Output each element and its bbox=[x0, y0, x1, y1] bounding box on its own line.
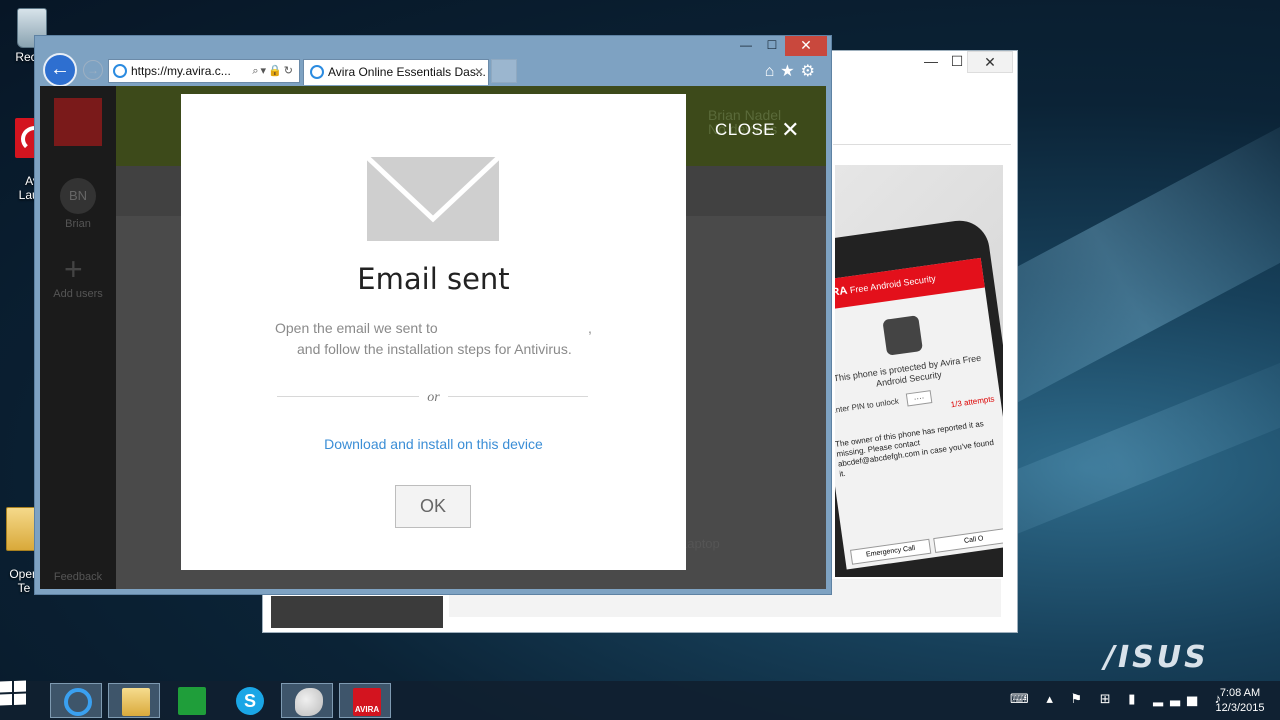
add-icon[interactable]: + bbox=[64, 251, 83, 288]
background-page-header bbox=[833, 99, 1011, 145]
phone-screen: AVIRA Free Android Security This phone i… bbox=[835, 257, 1003, 570]
envelope-icon bbox=[367, 157, 499, 241]
ad-product: Free Android Security bbox=[849, 273, 937, 296]
avatar[interactable]: BN bbox=[60, 178, 96, 214]
background-dark-block bbox=[271, 596, 443, 628]
clock-date: 12/3/2015 bbox=[1215, 702, 1265, 714]
ie-icon bbox=[113, 64, 127, 78]
close-window-button[interactable]: ✕ bbox=[967, 51, 1013, 73]
email-sent-dialog: Email sent Open the email we sent to , a… bbox=[181, 94, 686, 570]
new-tab-button[interactable] bbox=[491, 59, 517, 83]
tab-avira-online-essentials[interactable]: Avira Online Essentials Das... ✕ bbox=[303, 59, 489, 85]
taskbar-file-explorer[interactable] bbox=[108, 683, 160, 718]
address-tools-icons[interactable]: ⌕▾🔒↻ bbox=[252, 60, 295, 82]
clock[interactable]: 7:08 AM 12/3/2015 bbox=[1208, 686, 1272, 716]
taskbar-store[interactable] bbox=[165, 683, 217, 718]
minimize-button[interactable]: — bbox=[917, 51, 945, 73]
skype-icon: S bbox=[236, 687, 264, 715]
user-name-label: Brian bbox=[65, 218, 91, 230]
maximize-button[interactable]: ☐ bbox=[759, 36, 785, 56]
taskbar-paint[interactable] bbox=[281, 683, 333, 718]
close-label: CLOSE bbox=[715, 120, 776, 139]
add-users-label[interactable]: Add users bbox=[40, 288, 116, 300]
dialog-message-comma: , bbox=[588, 320, 592, 336]
window-caption-buttons: — ☐ ✕ bbox=[733, 36, 827, 56]
address-bar[interactable]: https://my.avira.c... ⌕▾🔒↻ bbox=[108, 59, 300, 83]
tab-title: Avira Online Essentials Das... bbox=[328, 65, 486, 79]
ad-brand-bar: AVIRA Free Android Security bbox=[835, 257, 985, 313]
ad-call-button: Call O bbox=[933, 527, 1003, 554]
close-window-button[interactable]: ✕ bbox=[785, 36, 827, 56]
file-explorer-icon bbox=[122, 688, 150, 716]
taskbar-skype[interactable]: S bbox=[223, 683, 275, 718]
android-security-ad[interactable]: AVIRA Free Android Security This phone i… bbox=[835, 165, 1003, 577]
ad-emergency-button: Emergency Call bbox=[850, 538, 932, 565]
clock-time: 7:08 AM bbox=[1219, 687, 1261, 699]
paint-icon bbox=[295, 688, 323, 716]
system-tray-icons[interactable]: ⌨ ▴ ⚑ ⊞ ▮ ▂▃▅ ♪ bbox=[1010, 691, 1228, 707]
back-button[interactable]: ← bbox=[43, 53, 77, 87]
internet-explorer-icon bbox=[64, 688, 92, 716]
taskbar-avira[interactable]: AVIRA bbox=[339, 683, 391, 718]
home-favorites-settings-icons[interactable]: ⌂★⚙ bbox=[765, 61, 821, 81]
close-modal-button[interactable]: CLOSE ✕ bbox=[715, 117, 801, 142]
dialog-message-line1: Open the email we sent to bbox=[275, 320, 438, 336]
taskbar-internet-explorer[interactable] bbox=[50, 683, 102, 718]
avira-icon: AVIRA bbox=[353, 688, 381, 716]
left-nav bbox=[40, 86, 116, 589]
taskbar: S AVIRA ⌨ ▴ ⚑ ⊞ ▮ ▂▃▅ ♪ 7:08 AM 12/3/201… bbox=[0, 680, 1280, 720]
download-install-link[interactable]: Download and install on this device bbox=[181, 436, 686, 452]
or-separator: or bbox=[181, 388, 686, 406]
phone-image: AVIRA Free Android Security This phone i… bbox=[835, 216, 1003, 577]
ad-buttons: Emergency Call Call O bbox=[850, 527, 1003, 565]
asus-logo: /ISUS bbox=[1104, 640, 1209, 675]
minimize-button[interactable]: — bbox=[733, 36, 759, 56]
feedback-label[interactable]: Feedback bbox=[40, 571, 116, 583]
or-label: or bbox=[419, 390, 448, 405]
ad-brand: AVIRA bbox=[835, 284, 848, 302]
forward-button[interactable]: → bbox=[83, 60, 103, 80]
close-icon: ✕ bbox=[781, 117, 801, 142]
start-button[interactable] bbox=[0, 680, 26, 706]
address-url: https://my.avira.c... bbox=[131, 64, 231, 78]
avira-logo bbox=[54, 98, 102, 146]
lock-icon bbox=[882, 315, 924, 356]
dialog-message-line2: and follow the installation steps for An… bbox=[297, 341, 572, 357]
store-icon bbox=[178, 687, 206, 715]
dialog-title: Email sent bbox=[357, 262, 510, 296]
ie-icon bbox=[310, 65, 324, 79]
ok-button[interactable]: OK bbox=[395, 485, 471, 528]
close-tab-icon[interactable]: ✕ bbox=[474, 60, 484, 84]
